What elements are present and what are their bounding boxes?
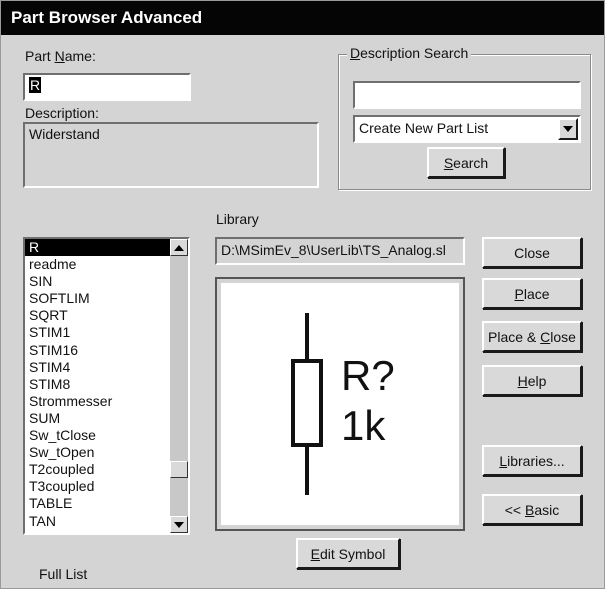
part-list-dropdown[interactable]: Create New Part List — [353, 115, 581, 143]
library-path: D:\MSimEv_8\UserLib\TS_Analog.sl — [221, 242, 446, 258]
list-item[interactable]: STIM1 — [25, 324, 170, 341]
list-item[interactable]: T3coupled — [25, 478, 170, 495]
search-button[interactable]: Search — [427, 147, 505, 178]
arrow-down-icon[interactable] — [170, 516, 188, 533]
title-bar: Part Browser Advanced — [1, 1, 604, 35]
parts-list-scrollbar[interactable] — [170, 239, 188, 533]
library-path-field: D:\MSimEv_8\UserLib\TS_Analog.sl — [215, 237, 465, 265]
part-name-input[interactable]: R — [23, 73, 191, 101]
description-search-label: Description Search — [347, 45, 472, 61]
list-item[interactable]: readme — [25, 256, 170, 273]
description-value: Widerstand — [29, 126, 100, 142]
symbol-value: 1k — [341, 402, 386, 449]
list-item[interactable]: R — [25, 239, 170, 257]
full-list-label: Full List — [39, 566, 88, 582]
help-button[interactable]: Help — [482, 365, 582, 396]
place-and-close-button[interactable]: Place & Close — [482, 321, 582, 352]
symbol-ref: R? — [341, 352, 395, 399]
list-item[interactable]: STIM4 — [25, 359, 170, 376]
list-item[interactable]: T2coupled — [25, 461, 170, 478]
basic-button[interactable]: << Basic — [482, 494, 582, 525]
list-item[interactable]: STIM8 — [25, 376, 170, 393]
list-item[interactable]: Sw_tClose — [25, 427, 170, 444]
description-search-input[interactable] — [353, 81, 581, 109]
resistor-symbol-icon — [291, 313, 323, 495]
library-label: Library — [216, 211, 259, 227]
list-item[interactable]: SIN — [25, 273, 170, 290]
part-browser-window: Part Browser Advanced Part Name: R Descr… — [0, 0, 605, 589]
list-item[interactable]: SOFTLIM — [25, 290, 170, 307]
description-field: Widerstand — [23, 122, 319, 188]
parts-list[interactable]: Rreadme SIN SOFTLIM SQRT STIM1 STIM16 STIM4 STI… — [23, 237, 190, 535]
part-name-label: Part Name: — [25, 48, 96, 64]
symbol-preview: R? 1k — [215, 277, 465, 531]
list-item[interactable]: Sw_tOpen — [25, 444, 170, 461]
list-item[interactable]: SUM — [25, 410, 170, 427]
list-item[interactable]: TAN — [25, 513, 170, 530]
libraries-button[interactable]: Libraries... — [482, 445, 582, 476]
parts-list-items: Rreadme SIN SOFTLIM SQRT STIM1 STIM16 STIM4 STI… — [25, 239, 170, 530]
window-title: Part Browser Advanced — [11, 8, 203, 27]
part-name-value: R — [29, 77, 42, 93]
list-item[interactable]: Strommesser — [25, 393, 170, 410]
scrollbar-thumb[interactable] — [170, 461, 188, 478]
description-label: Description: — [25, 105, 99, 121]
part-list-dropdown-value: Create New Part List — [359, 120, 489, 136]
list-item[interactable]: TABLE — [25, 495, 170, 512]
arrow-up-icon[interactable] — [170, 239, 188, 256]
place-button[interactable]: Place — [482, 278, 582, 309]
list-item[interactable]: SQRT — [25, 307, 170, 324]
edit-symbol-button[interactable]: Edit Symbol — [296, 538, 400, 569]
list-item[interactable]: STIM16 — [25, 342, 170, 359]
chevron-down-icon[interactable] — [558, 118, 578, 140]
close-button[interactable]: Close — [482, 237, 582, 268]
